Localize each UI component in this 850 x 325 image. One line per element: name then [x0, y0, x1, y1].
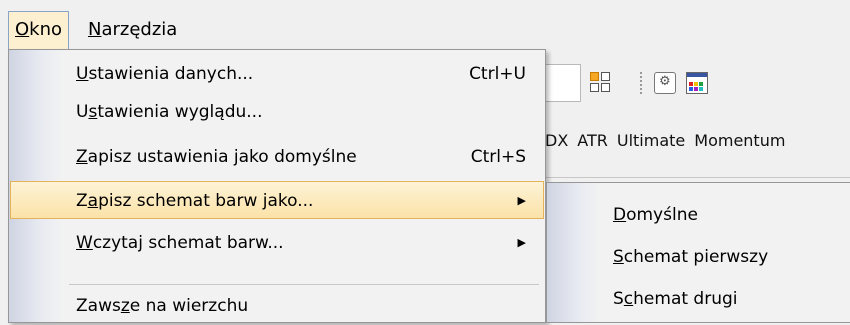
submenu-arrow-icon: ▶ [517, 236, 526, 249]
indicator-toolbar: DX ATR Ultimate Momentum [545, 126, 850, 156]
indicator-ultimate[interactable]: Ultimate [617, 131, 685, 150]
indicator-dx[interactable]: DX [545, 131, 568, 150]
menu-item-wczytaj-schemat-barw[interactable]: Wczytaj schemat barw... ▶ [10, 224, 544, 262]
toolbar-separator [640, 72, 644, 94]
submenu-item-schemat-drugi[interactable]: Schemat drugi [547, 280, 850, 318]
schemat-barw-submenu: Domyślne Schemat pierwszy Schemat drugi [546, 182, 850, 323]
menu-narzedzia-text-rest: arzędzia [101, 19, 178, 40]
menu-item-zapisz-ustawienia-domyslne[interactable]: Zapisz ustawienia jako domyślne Ctrl+S [10, 138, 544, 176]
menu-item-ustawienia-danych[interactable]: Ustawienia danych... Ctrl+U [10, 55, 544, 93]
menu-okno[interactable]: Okno [8, 11, 70, 49]
menu-narzedzia[interactable]: Narzędzia [82, 11, 183, 49]
toolbar-input-box[interactable] [545, 64, 581, 102]
menu-item-label: Wczytaj schemat barw... [76, 233, 284, 253]
menu-item-label: Zapisz ustawienia jako domyślne [76, 147, 357, 167]
menu-item-label: Zapisz schemat barw jako... [76, 191, 314, 211]
submenu-item-label: Domyślne [613, 205, 698, 225]
submenu-item-label: Schemat drugi [613, 289, 738, 309]
submenu-item-domyslne[interactable]: Domyślne [547, 196, 850, 234]
menu-item-ustawienia-wygladu[interactable]: Ustawienia wyglądu... [10, 93, 544, 131]
menu-item-zapisz-schemat-barw[interactable]: Zapisz schemat barw jako... ▶ [10, 181, 544, 219]
indicator-momentum[interactable]: Momentum [694, 131, 785, 150]
menu-bar: Okno Narzędzia [0, 0, 850, 50]
menu-okno-text-rest: kno [29, 19, 63, 40]
submenu-arrow-icon: ▶ [517, 194, 526, 207]
background-divider [545, 177, 850, 178]
menu-okno-mnemonic: O [15, 19, 30, 40]
indicator-atr[interactable]: ATR [577, 131, 608, 150]
menu-item-zawsze-na-wierzchu[interactable]: Zawsze na wierzchu [10, 287, 544, 325]
okno-dropdown-menu: Ustawienia danych... Ctrl+U Ustawienia w… [8, 49, 546, 323]
layout-grid-icon[interactable] [590, 72, 612, 94]
submenu-item-schemat-pierwszy[interactable]: Schemat pierwszy [547, 238, 850, 276]
menu-item-shortcut: Ctrl+U [469, 64, 526, 84]
menu-separator [69, 284, 539, 285]
menu-item-label: Ustawienia wyglądu... [76, 102, 263, 122]
submenu-item-label: Schemat pierwszy [613, 247, 769, 267]
color-palette-icon[interactable] [686, 72, 708, 94]
settings-gear-icon[interactable]: ⚙ [654, 72, 676, 94]
gear-glyph: ⚙ [659, 74, 671, 89]
menu-item-label: Ustawienia danych... [76, 64, 254, 84]
menu-item-label: Zawsze na wierzchu [76, 296, 249, 316]
menu-item-shortcut: Ctrl+S [470, 147, 526, 167]
menu-narzedzia-mnemonic: N [88, 19, 102, 40]
